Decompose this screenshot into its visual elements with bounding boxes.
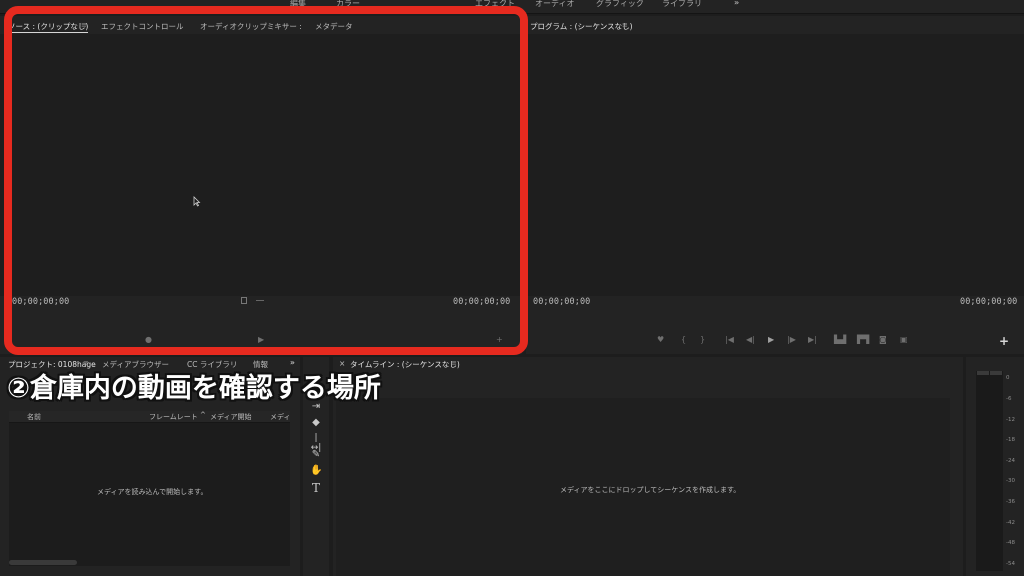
program-timecode-duration: 00;00;00;00: [960, 297, 1018, 307]
step-forward-icon[interactable]: |▶: [787, 335, 796, 344]
lift-icon[interactable]: ▙▟: [834, 335, 846, 344]
hand-tool-icon[interactable]: ✋: [310, 465, 322, 476]
column-media-more[interactable]: メディ: [270, 412, 291, 422]
type-tool-icon[interactable]: T: [310, 481, 322, 495]
timeline-menu-icon[interactable]: ≡: [451, 359, 457, 367]
razor-tool-icon[interactable]: ◆: [310, 417, 322, 428]
project-scrollbar[interactable]: [9, 560, 77, 565]
project-empty-message: メディアを読み込んで開始します。: [97, 488, 208, 496]
comparison-view-icon[interactable]: ▣: [900, 335, 908, 344]
workspace-tab-graphics[interactable]: グラフィック: [596, 0, 644, 9]
program-add-button[interactable]: +: [999, 334, 1009, 348]
play-icon[interactable]: ▶: [768, 335, 774, 344]
workspace-tab-libraries[interactable]: ライブラリ: [662, 0, 702, 9]
meter-tick: -24: [1006, 458, 1015, 464]
meter-tick: -42: [1006, 520, 1015, 526]
meter-tick: -48: [1006, 540, 1015, 546]
export-frame-icon[interactable]: ◙: [879, 335, 887, 344]
audio-meter-bars: [976, 371, 1003, 571]
workspace-overflow-icon[interactable]: »: [734, 0, 739, 7]
meter-tick: -30: [1006, 478, 1015, 484]
extract-icon[interactable]: ▛▜: [857, 335, 869, 344]
column-name[interactable]: 名前: [27, 412, 41, 422]
program-panel-menu-icon[interactable]: ≡: [622, 21, 628, 29]
mark-in-icon[interactable]: {: [681, 335, 686, 344]
meter-tick: -18: [1006, 437, 1015, 443]
step-back-icon[interactable]: ◀|: [746, 335, 755, 344]
go-to-in-icon[interactable]: |◀: [725, 335, 734, 344]
program-timecode-current[interactable]: 00;00;00;00: [533, 297, 590, 307]
go-to-out-icon[interactable]: ▶|: [808, 335, 817, 344]
add-marker-icon[interactable]: ♥: [657, 335, 664, 344]
highlight-box: [4, 6, 528, 355]
sort-arrow-icon[interactable]: ^: [200, 411, 206, 419]
meter-tick: -12: [1006, 417, 1015, 423]
column-media-start[interactable]: メディア開始: [210, 412, 252, 422]
meter-tick: -54: [1006, 561, 1015, 567]
meter-tick: -6: [1006, 396, 1012, 402]
tab-program-monitor[interactable]: プログラム : (シーケンスなし): [530, 21, 633, 32]
mark-out-icon[interactable]: }: [700, 335, 705, 344]
workspace-tab-audio[interactable]: オーディオ: [535, 0, 574, 9]
timeline-empty-message: メディアをここにドロップしてシーケンスを作成します。: [560, 486, 741, 494]
column-frame-rate[interactable]: フレームレート: [149, 412, 198, 422]
program-video-area[interactable]: [526, 34, 1024, 296]
annotation-caption: ②倉庫内の動画を確認する場所: [7, 373, 381, 404]
meter-tick: -36: [1006, 499, 1015, 505]
pen-tool-icon[interactable]: ✎: [310, 449, 322, 460]
meter-tick: 0: [1006, 375, 1010, 381]
